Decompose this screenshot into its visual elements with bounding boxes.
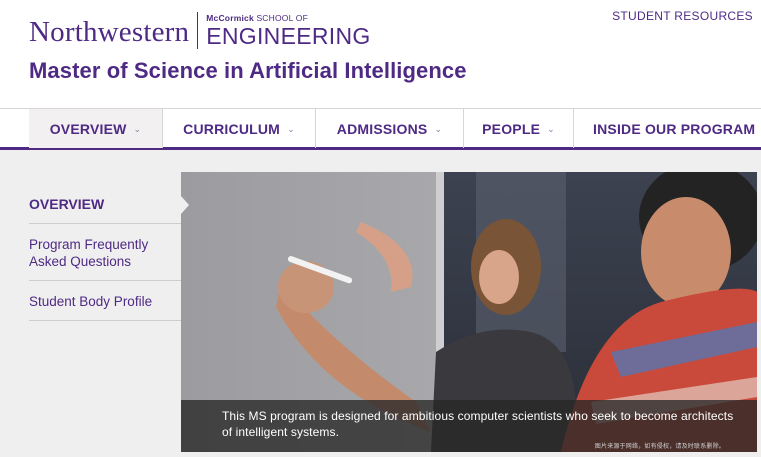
nav-item-curriculum[interactable]: CURRICULUM ⌄ xyxy=(163,109,316,148)
chevron-down-icon: ⌄ xyxy=(133,124,142,134)
chevron-down-icon: ⌄ xyxy=(287,124,295,134)
subnav-item-overview[interactable]: OVERVIEW xyxy=(29,180,181,224)
nav-item-admissions[interactable]: ADMISSIONS ⌄ xyxy=(316,109,464,148)
nav-item-label: CURRICULUM xyxy=(183,120,281,137)
subnav-item-faq[interactable]: Program Frequently Asked Questions xyxy=(29,224,181,281)
nav-item-label: OVERVIEW xyxy=(49,120,127,137)
hero-image: This MS program is designed for ambitiou… xyxy=(181,172,757,452)
image-watermark: 图片来源于网络，如有侵权，请及时联系删除。 xyxy=(594,444,725,450)
logo-divider xyxy=(197,12,199,49)
chevron-down-icon: ⌄ xyxy=(547,124,555,134)
nav-item-label: PEOPLE xyxy=(482,120,541,137)
logo-school: McCormick SCHOOL OF ENGINEERING xyxy=(206,10,370,49)
hero-caption-text: This MS program is designed for ambitiou… xyxy=(222,409,734,439)
logo-university-wordmark: Northwestern xyxy=(29,16,190,48)
chevron-down-icon: ⌄ xyxy=(434,124,443,134)
nav-item-people[interactable]: PEOPLE ⌄ xyxy=(464,109,574,148)
nav-item-overview[interactable]: OVERVIEW ⌄ xyxy=(29,109,163,148)
site-title[interactable]: Master of Science in Artificial Intellig… xyxy=(29,58,467,84)
nav-item-label: ADMISSIONS xyxy=(336,120,428,137)
northwestern-engineering-logo[interactable]: Northwestern McCormick SCHOOL OF ENGINEE… xyxy=(29,10,371,54)
section-subnav: OVERVIEW Program Frequently Asked Questi… xyxy=(29,180,181,321)
nav-item-inside-our-program[interactable]: INSIDE OUR PROGRAM xyxy=(574,109,761,148)
student-resources-link[interactable]: STUDENT RESOURCES xyxy=(612,9,753,23)
main-nav: OVERVIEW ⌄ CURRICULUM ⌄ ADMISSIONS ⌄ PEOPLE… xyxy=(0,108,761,150)
active-pointer-arrow xyxy=(181,196,189,214)
site-header: Northwestern McCormick SCHOOL OF ENGINEE… xyxy=(0,0,761,108)
logo-school-suffix: SCHOOL OF xyxy=(256,13,308,23)
nav-item-label: INSIDE OUR PROGRAM xyxy=(593,120,756,137)
logo-school-prefix: McCormick xyxy=(206,13,254,23)
logo-school-prefix-line: McCormick SCHOOL OF xyxy=(206,13,370,23)
logo-school-name: ENGINEERING xyxy=(206,23,371,49)
subnav-item-student-body-profile[interactable]: Student Body Profile xyxy=(29,281,181,321)
